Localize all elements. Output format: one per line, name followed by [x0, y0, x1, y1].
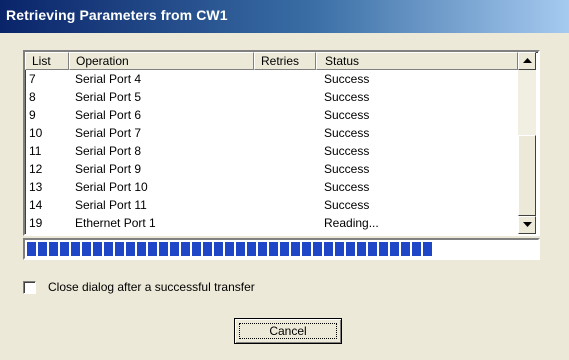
cell-list-number: 19: [29, 216, 43, 230]
cell-list-number: 8: [29, 90, 36, 104]
list-row[interactable]: 10 Serial Port 7 Success: [25, 124, 518, 142]
cell-list-number: 12: [29, 162, 43, 176]
cell-status: Success: [324, 108, 370, 122]
title-bar[interactable]: Retrieving Parameters from CW1: [0, 0, 569, 33]
list-row[interactable]: 19 Ethernet Port 1 Reading...: [25, 214, 518, 232]
cell-operation: Ethernet Port 1: [75, 216, 156, 230]
focus-rectangle: [239, 323, 337, 339]
cell-status: Success: [324, 180, 370, 194]
operations-list[interactable]: List Operation Retries Status 7 Serial P…: [23, 50, 540, 236]
scroll-up-button[interactable]: [518, 52, 536, 70]
cell-operation: Serial Port 8: [75, 144, 142, 158]
close-after-transfer-label: Close dialog after a successful transfer: [48, 280, 255, 294]
cell-status: Success: [324, 90, 370, 104]
list-header: List Operation Retries Status: [25, 52, 518, 70]
cancel-button[interactable]: Cancel: [234, 318, 342, 344]
column-header-list[interactable]: List: [25, 52, 69, 70]
cell-retries: [254, 88, 316, 106]
cell-list-number: 14: [29, 198, 43, 212]
cell-retries: [254, 196, 316, 214]
retrieving-parameters-dialog: Retrieving Parameters from CW1 List Oper…: [0, 0, 569, 360]
column-header-operation[interactable]: Operation: [69, 52, 254, 70]
cell-status: Success: [324, 198, 370, 212]
cell-status: Success: [324, 162, 370, 176]
list-rows: 7 Serial Port 4 Success 8 Serial Port 5 …: [25, 70, 518, 234]
cell-retries: [254, 124, 316, 142]
vertical-scrollbar[interactable]: [518, 52, 536, 234]
cell-list-number: 11: [29, 144, 42, 158]
close-after-transfer-checkbox[interactable]: [23, 280, 36, 294]
arrow-up-icon: [522, 58, 532, 63]
cell-status: Success: [324, 126, 370, 140]
cell-operation: Serial Port 7: [75, 126, 142, 140]
list-row[interactable]: 11 Serial Port 8 Success: [25, 142, 518, 160]
cell-retries: [254, 106, 316, 124]
list-row[interactable]: 12 Serial Port 9 Success: [25, 160, 518, 178]
list-row[interactable]: 14 Serial Port 11 Success: [25, 196, 518, 214]
list-row[interactable]: 13 Serial Port 10 Success: [25, 178, 518, 196]
cell-retries: [254, 142, 316, 160]
list-row[interactable]: 7 Serial Port 4 Success: [25, 70, 518, 88]
scroll-down-button[interactable]: [518, 216, 536, 234]
transfer-progress-bar: [23, 238, 540, 260]
close-after-transfer-option[interactable]: Close dialog after a successful transfer: [23, 280, 255, 294]
list-row[interactable]: 8 Serial Port 5 Success: [25, 88, 518, 106]
cell-operation: Serial Port 5: [75, 90, 142, 104]
cell-status: Success: [324, 72, 370, 86]
cell-list-number: 10: [29, 126, 43, 140]
cell-retries: [254, 178, 316, 196]
cell-list-number: 13: [29, 180, 43, 194]
cell-list-number: 9: [29, 108, 36, 122]
scroll-thumb[interactable]: [518, 135, 536, 216]
cell-retries: [254, 214, 316, 232]
column-header-retries[interactable]: Retries: [254, 52, 316, 70]
cell-status: Success: [324, 144, 370, 158]
cell-list-number: 7: [29, 72, 36, 86]
progress-fill: [27, 242, 432, 256]
window-title: Retrieving Parameters from CW1: [6, 7, 228, 23]
cell-operation: Serial Port 10: [75, 180, 148, 194]
cell-operation: Serial Port 6: [75, 108, 142, 122]
column-header-status[interactable]: Status: [316, 52, 518, 70]
cell-status: Reading...: [324, 216, 379, 230]
cell-operation: Serial Port 4: [75, 72, 142, 86]
cell-retries: [254, 160, 316, 178]
cell-operation: Serial Port 9: [75, 162, 142, 176]
list-row[interactable]: 9 Serial Port 6 Success: [25, 106, 518, 124]
arrow-down-icon: [522, 222, 532, 227]
cell-operation: Serial Port 11: [75, 198, 147, 212]
cell-retries: [254, 70, 316, 88]
